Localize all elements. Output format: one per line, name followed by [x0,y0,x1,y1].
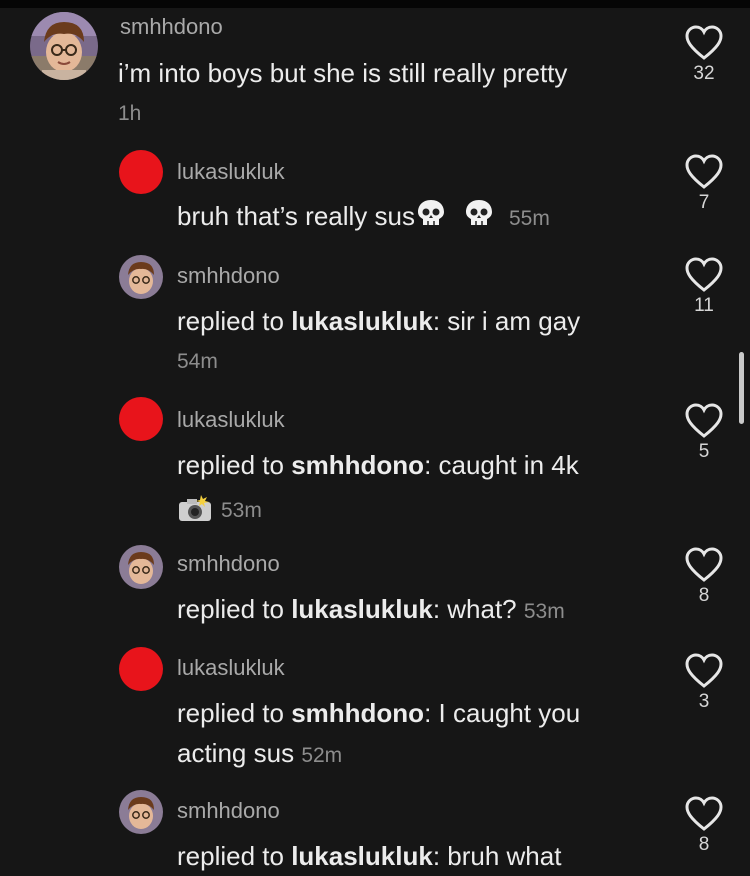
reply-body: : sir i am gay [432,306,581,336]
heart-outline-icon [685,547,723,582]
reply-time: 54m [177,350,218,373]
like-count: 3 [698,691,710,712]
heart-outline-icon [685,25,723,60]
reply-mention[interactable]: lukaslukluk [291,841,433,871]
reply-username[interactable]: smhhdono [177,551,280,577]
reply-username[interactable]: smhhdono [177,798,280,824]
reply-text: replied to lukaslukluk: what? 53m [177,589,565,632]
heart-outline-icon [685,653,723,688]
reply-mention[interactable]: lukaslukluk [291,306,433,336]
reply-prefix: replied to [177,450,292,480]
reply-time: 52m [301,744,343,767]
reply-body: bruh that’s really sus [177,201,415,231]
like-count: 7 [698,192,710,213]
avatar[interactable] [119,150,163,194]
reply-username[interactable]: lukaslukluk [177,655,285,681]
reply-body: : caught in 4k [424,450,579,480]
reply-username[interactable]: lukaslukluk [177,159,285,185]
heart-outline-icon [685,796,723,831]
reply-text: replied to lukaslukluk: sir i am gay [177,301,580,341]
like-count: 32 [693,63,715,84]
reply-body: : what? [432,594,517,624]
comment-text: i’m into boys but she is still really pr… [118,58,568,88]
reply-text: replied to lukaslukluk: bruh what [177,836,561,876]
reply-mention[interactable]: smhhdono [291,698,424,728]
reply-body-continued: acting sus [177,738,295,768]
camera-flash-emoji-icon [177,493,213,529]
like-button[interactable]: 8 [684,796,724,856]
comment-item: smhhdono i’m into boys but she is still … [0,0,750,140]
reply-username[interactable]: lukaslukluk [177,407,285,433]
reply-time-row: 53m [177,493,262,529]
reply-text: bruh that’s really sus 55m [177,196,550,239]
reply-prefix: replied to [177,306,292,336]
reply-item: smhhdono replied to lukaslukluk: bruh wh… [0,788,750,871]
like-count: 8 [698,834,710,855]
reply-prefix: replied to [177,594,292,624]
heart-outline-icon [685,403,723,438]
skull-emoji-icon [463,198,495,239]
heart-outline-icon [685,154,723,189]
reply-username[interactable]: smhhdono [177,263,280,289]
comment-time: 1h [118,102,142,125]
like-button[interactable]: 11 [684,257,724,317]
reply-text-continued: acting sus 52m [177,733,342,776]
reply-item: smhhdono replied to lukaslukluk: what? 5… [0,535,750,643]
like-count: 11 [694,295,714,316]
reply-text: replied to smhhdono: I caught you [177,693,580,733]
reply-prefix: replied to [177,698,292,728]
like-button[interactable]: 8 [684,547,724,607]
avatar[interactable] [30,12,98,80]
reply-text: replied to smhhdono: caught in 4k [177,445,579,485]
heart-outline-icon [685,257,723,292]
reply-item: smhhdono replied to lukaslukluk: sir i a… [0,245,750,385]
skull-emoji-icon [415,198,447,239]
scrollbar[interactable] [739,352,744,424]
avatar[interactable] [119,545,163,589]
like-button[interactable]: 32 [684,25,724,85]
like-button[interactable]: 3 [684,653,724,713]
like-button[interactable]: 5 [684,403,724,463]
reply-prefix: replied to [177,841,292,871]
reply-item: lukaslukluk replied to smhhdono: caught … [0,385,750,535]
avatar[interactable] [119,397,163,441]
avatar[interactable] [119,790,163,834]
reply-time: 55m [508,207,550,230]
reply-item: lukaslukluk bruh that’s really sus 55m 7 [0,140,750,245]
comment-username[interactable]: smhhdono [120,14,223,40]
like-count: 5 [698,441,710,462]
like-button[interactable]: 7 [684,154,724,214]
reply-item: lukaslukluk replied to smhhdono: I caugh… [0,643,750,788]
reply-mention[interactable]: smhhdono [291,450,424,480]
avatar[interactable] [119,255,163,299]
reply-time: 53m [523,600,565,623]
reply-time: 53m [221,498,262,522]
reply-body: : bruh what [432,841,562,871]
reply-mention[interactable]: lukaslukluk [291,594,433,624]
like-count: 8 [698,585,710,606]
reply-body: : I caught you [424,698,581,728]
avatar[interactable] [119,647,163,691]
